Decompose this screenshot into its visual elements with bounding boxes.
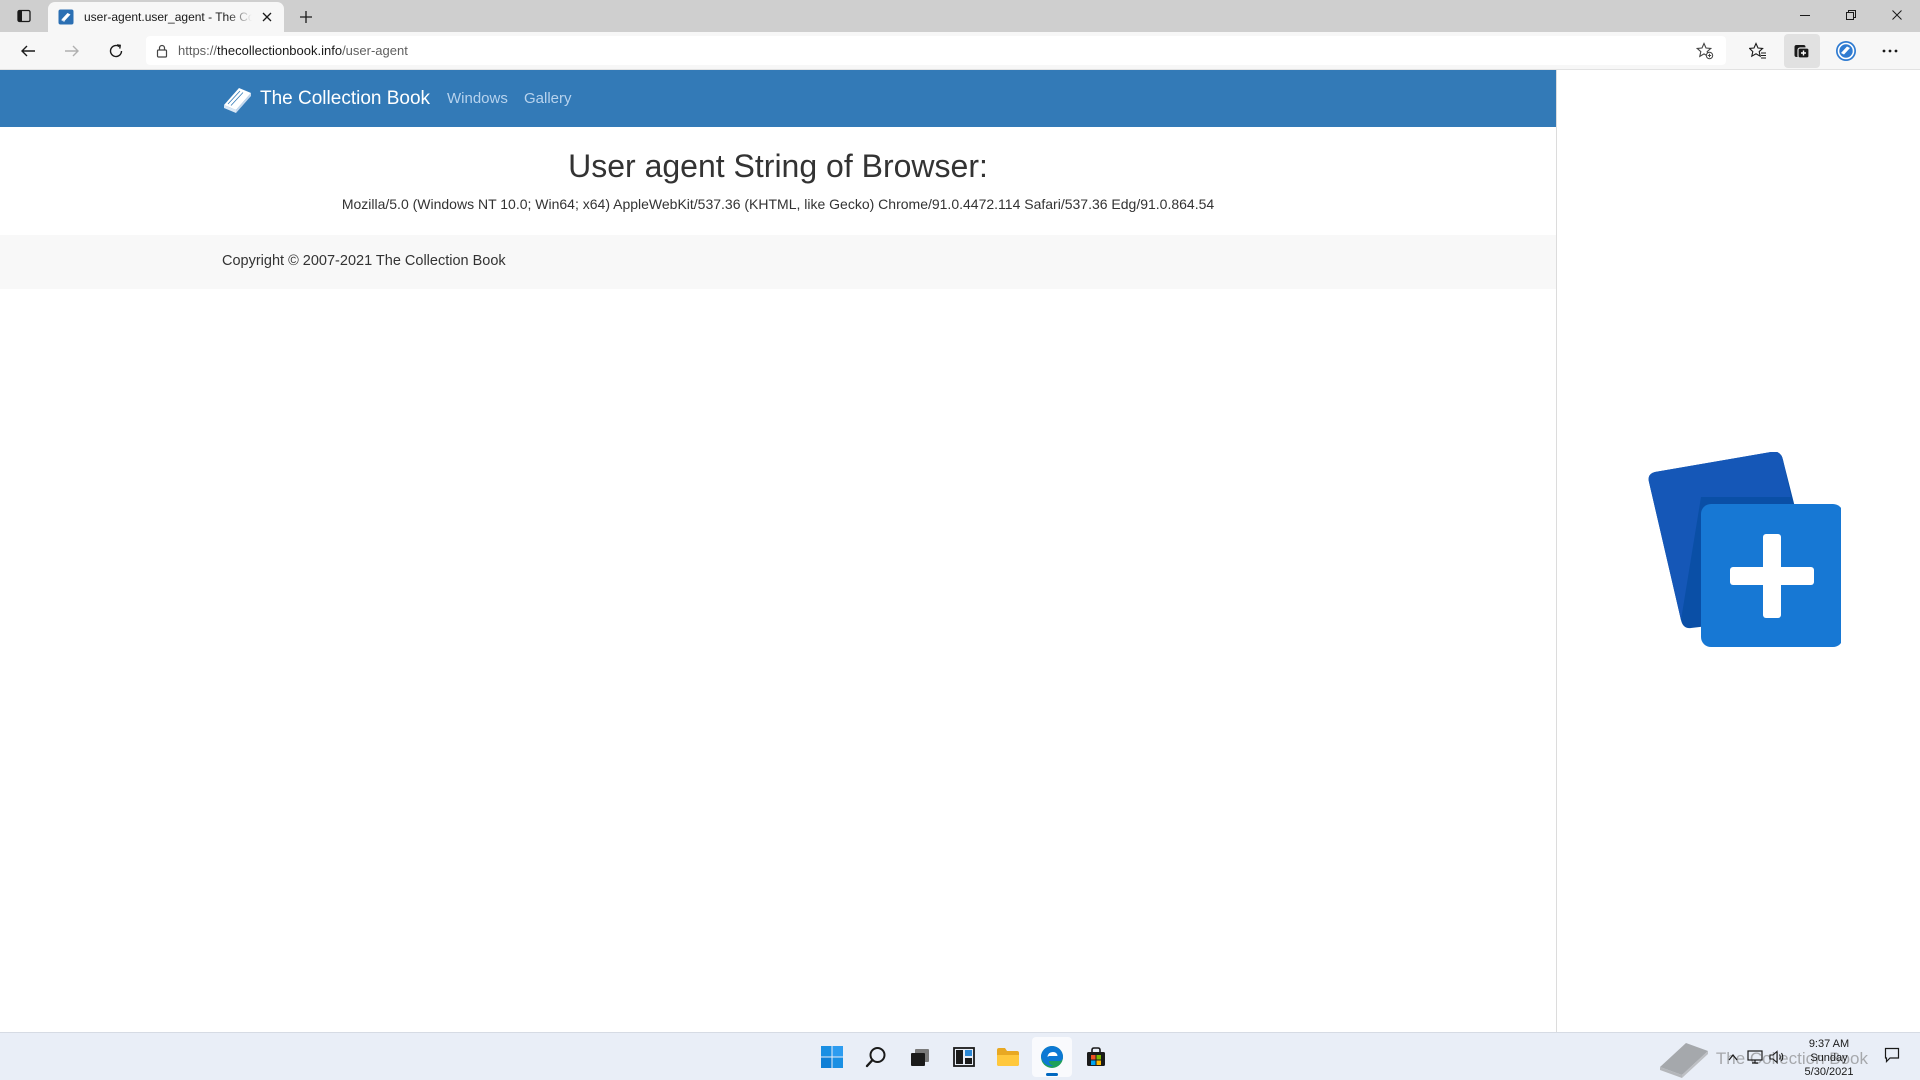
book-logo-icon [224, 88, 251, 113]
favorites-icon [1749, 42, 1766, 59]
page-footer: Copyright © 2007-2021 The Collection Boo… [0, 235, 1556, 289]
restore-icon [1846, 10, 1856, 20]
page-viewport: The Collection Book Windows Gallery User… [0, 70, 1556, 1032]
book-watermark-icon [1659, 1043, 1708, 1078]
network-button[interactable] [1744, 1048, 1766, 1066]
search-icon [865, 1047, 886, 1068]
new-tab-button[interactable] [288, 2, 324, 32]
file-explorer-icon [997, 1048, 1019, 1066]
refresh-button[interactable] [94, 34, 138, 68]
network-icon [1747, 1050, 1763, 1064]
favorites-button[interactable] [1736, 34, 1780, 68]
user-agent-string: Mozilla/5.0 (Windows NT 10.0; Win64; x64… [341, 196, 1215, 212]
back-button[interactable] [6, 34, 50, 68]
more-horizontal-icon [1882, 49, 1898, 53]
collection-book-favicon-icon [58, 9, 74, 25]
tab-title: user-agent.user_agent - The Collection B… [84, 10, 252, 24]
task-view-icon [911, 1049, 929, 1066]
restore-button[interactable] [1828, 0, 1874, 30]
forward-arrow-icon [65, 45, 79, 56]
clock-time: 9:37 AM [1808, 1038, 1850, 1050]
lock-icon [156, 44, 168, 58]
close-icon [262, 12, 272, 22]
add-favorite-button[interactable] [1695, 42, 1714, 65]
store-icon [1087, 1047, 1105, 1066]
clock-date: 5/30/2021 [1804, 1066, 1854, 1078]
taskbar-clock[interactable]: 9:37 AM Sunday 5/30/2021 [1794, 1037, 1864, 1079]
site-info-button[interactable] [146, 44, 178, 58]
clock-day: Sunday [1810, 1052, 1848, 1064]
copyright-text: Copyright © 2007-2021 The Collection Boo… [222, 253, 506, 269]
start-button[interactable] [812, 1037, 852, 1077]
minimize-button[interactable] [1782, 0, 1828, 30]
star-add-icon [1695, 42, 1714, 60]
url-host: thecollectionbook.info [217, 43, 343, 58]
page-title: User agent String of Browser: [568, 148, 988, 184]
close-icon [1892, 10, 1902, 20]
volume-icon [1769, 1050, 1784, 1064]
url-text[interactable]: https://thecollectionbook.info/user-agen… [178, 43, 408, 58]
tab-actions-button[interactable] [0, 0, 48, 32]
site-navbar: The Collection Book Windows Gallery [0, 70, 1556, 127]
profile-avatar-icon [1836, 41, 1856, 61]
close-window-button[interactable] [1874, 0, 1920, 30]
volume-button[interactable] [1766, 1048, 1788, 1066]
nav-link-windows[interactable]: Windows [447, 90, 508, 107]
brand-link[interactable]: The Collection Book [222, 84, 430, 114]
collections-illustration-icon [1648, 452, 1841, 647]
file-explorer-button[interactable] [988, 1037, 1028, 1077]
browser-toolbar: https://thecollectionbook.info/user-agen… [0, 32, 1920, 70]
nav-link-gallery[interactable]: Gallery [524, 90, 572, 107]
chevron-up-icon [1728, 1054, 1738, 1061]
tab-strip: user-agent.user_agent - The Collection B… [0, 0, 1920, 32]
taskbar-apps [810, 1037, 1118, 1077]
profile-button[interactable] [1824, 34, 1868, 68]
start-icon [821, 1046, 843, 1068]
back-arrow-icon [21, 45, 35, 56]
tab-close-button[interactable] [258, 8, 276, 26]
browser-tab[interactable]: user-agent.user_agent - The Collection B… [48, 2, 284, 32]
system-tray [1722, 1048, 1788, 1066]
widgets-button[interactable] [944, 1037, 984, 1077]
widgets-icon [953, 1047, 975, 1067]
url-path: /user-agent [342, 43, 408, 58]
tab-actions-icon [17, 9, 31, 23]
taskbar-search-button[interactable] [856, 1037, 896, 1077]
store-button[interactable] [1076, 1037, 1116, 1077]
window-controls [1782, 0, 1920, 30]
collections-panel [1556, 70, 1920, 1032]
notifications-button[interactable] [1884, 1047, 1900, 1068]
settings-more-button[interactable] [1868, 34, 1912, 68]
forward-button[interactable] [50, 34, 94, 68]
address-bar[interactable]: https://thecollectionbook.info/user-agen… [146, 36, 1726, 65]
task-view-button[interactable] [900, 1037, 940, 1077]
edge-taskbar-button[interactable] [1032, 1037, 1072, 1077]
brand-name: The Collection Book [260, 88, 431, 109]
collections-icon [1794, 45, 1810, 59]
notification-icon [1884, 1047, 1900, 1063]
refresh-icon [109, 43, 123, 57]
show-hidden-icons-button[interactable] [1722, 1048, 1744, 1066]
toolbar-actions [1736, 34, 1912, 68]
minimize-icon [1800, 15, 1810, 16]
collections-button[interactable] [1784, 34, 1820, 68]
url-scheme: https:// [178, 43, 218, 58]
windows-taskbar: The Collection Book 9:37 AM Sunday 5/30/… [0, 1032, 1920, 1080]
plus-icon [300, 11, 312, 23]
edge-icon [1041, 1046, 1063, 1068]
